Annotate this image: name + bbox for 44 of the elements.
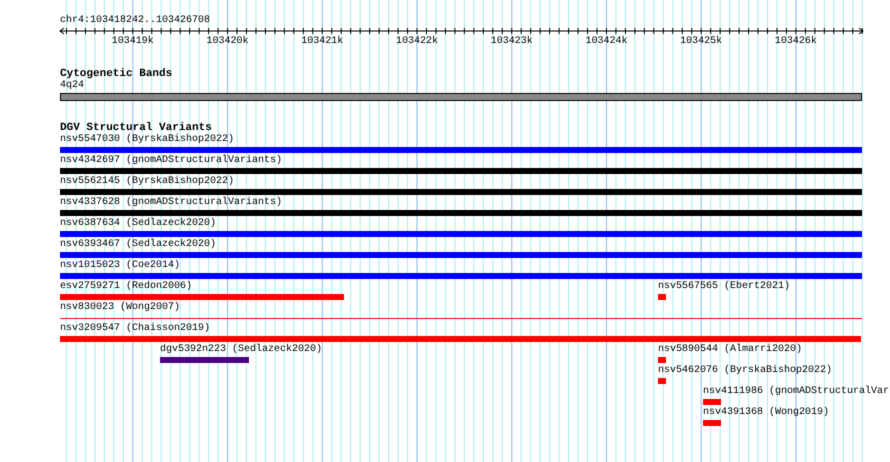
variant-label: nsv4391368 (Wong2019) bbox=[703, 407, 830, 419]
variant-bar[interactable] bbox=[703, 420, 721, 426]
tick-label: 103426k bbox=[774, 36, 817, 48]
variant-bar[interactable] bbox=[60, 168, 862, 174]
tick-label: 103422k bbox=[396, 36, 438, 48]
variant-label: nsv6393467 (Sedlazeck2020) bbox=[60, 239, 216, 251]
tick-label: 103420k bbox=[206, 36, 249, 48]
track-title: Cytogenetic Bands bbox=[60, 68, 174, 80]
variant-label: nsv6387634 (Sedlazeck2020) bbox=[60, 218, 216, 230]
variant-bar[interactable] bbox=[60, 231, 862, 237]
variant-bar[interactable] bbox=[658, 378, 666, 384]
variant-label: nsv4337628 (gnomADStructuralVariants) bbox=[60, 197, 282, 209]
variant-label: nsv5562145 (ByrskaBishop2022) bbox=[60, 176, 234, 188]
variant-line[interactable] bbox=[60, 318, 862, 319]
tick-label: 103424k bbox=[585, 36, 628, 48]
variant-bar[interactable] bbox=[60, 210, 862, 216]
variant-label: nsv5890544 (Almarri2020) bbox=[658, 344, 802, 356]
variant-bar[interactable] bbox=[658, 294, 666, 300]
variant-bar[interactable] bbox=[160, 357, 249, 363]
variant-bar[interactable] bbox=[60, 147, 862, 153]
tick-label: 103419k bbox=[112, 36, 154, 48]
variant-bar[interactable] bbox=[60, 294, 344, 300]
tick-label: 103425k bbox=[680, 36, 722, 48]
variant-label: nsv830023 (Wong2007) bbox=[60, 302, 180, 314]
variant-bar[interactable] bbox=[60, 189, 862, 195]
variant-bar[interactable] bbox=[60, 273, 862, 279]
variant-label: nsv4111986 (gnomADStructuralVar bbox=[703, 386, 890, 398]
chromosome-position: chr4:103418242..103426708 bbox=[60, 15, 212, 27]
variant-label: nsv4342697 (gnomADStructuralVariants) bbox=[60, 155, 282, 167]
variant-label: nsv1015023 (Coe2014) bbox=[60, 260, 180, 272]
tick-label: 103421k bbox=[301, 36, 344, 48]
variant-label: dgv5392n223 (Sedlazeck2020) bbox=[160, 344, 322, 356]
variant-label: nsv5462076 (ByrskaBishop2022) bbox=[658, 365, 832, 377]
track-title: DGV Structural Variants bbox=[60, 122, 212, 134]
variant-bar[interactable] bbox=[60, 252, 862, 258]
variant-bar[interactable] bbox=[703, 399, 721, 405]
variant-label: nsv5567565 (Ebert2021) bbox=[658, 281, 790, 293]
variant-label: esv2759271 (Redon2006) bbox=[60, 281, 192, 293]
variant-bar[interactable] bbox=[658, 357, 666, 363]
tick-label: 103423k bbox=[490, 36, 533, 48]
variant-label: nsv3209547 (Chaisson2019) bbox=[60, 323, 210, 335]
variant-label: nsv5547030 (ByrskaBishop2022) bbox=[60, 134, 234, 146]
band-label: 4q24 bbox=[60, 80, 86, 92]
variant-bar[interactable] bbox=[60, 336, 861, 342]
